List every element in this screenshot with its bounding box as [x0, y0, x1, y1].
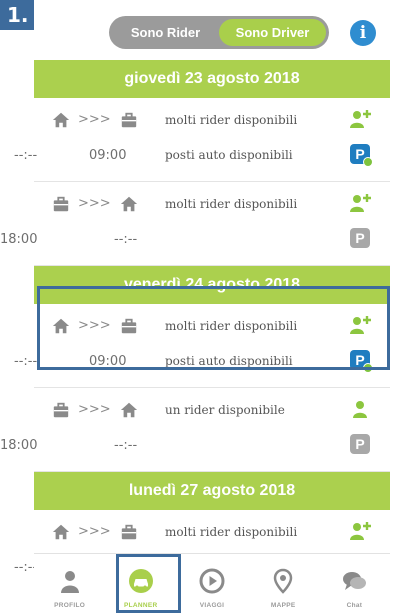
tab-label: MAPPE	[270, 602, 296, 609]
home-icon	[52, 523, 70, 541]
trip-row[interactable]: >>> molti rider disponibili 18:00 --:-- P	[0, 182, 390, 266]
home-icon	[120, 195, 138, 213]
day-header: lunedì 27 agosto 2018	[34, 472, 390, 510]
departure-time: --:--	[14, 148, 38, 163]
trip-row[interactable]: >>> molti rider disponibili --:-- 09:00 post…	[14, 98, 390, 182]
rider-availability-text: un rider disponibile	[165, 403, 285, 417]
departure-time: 18:00	[0, 232, 38, 247]
rider-icon[interactable]	[348, 108, 372, 130]
tab-label: PLANNER	[124, 602, 158, 609]
chat-icon	[341, 568, 367, 602]
direction-arrows: >>>	[78, 524, 111, 539]
trip-time-row: 18:00 --:-- P	[0, 226, 390, 254]
rider-icon[interactable]	[348, 520, 372, 542]
day-header: venerdì 24 agosto 2018	[34, 266, 390, 304]
direction-arrows: >>>	[78, 196, 111, 211]
arrival-time: 09:00	[89, 148, 127, 163]
parking-available-dot	[363, 157, 373, 167]
planner-list: giovedì 23 agosto 2018 >>> molti rider dis…	[0, 60, 390, 594]
rider-icon[interactable]	[348, 192, 372, 214]
tab-label: VIAGGI	[199, 602, 225, 609]
rider-availability-text: molti rider disponibili	[165, 113, 298, 127]
arrival-time: --:--	[114, 438, 138, 453]
briefcase-icon	[52, 401, 70, 419]
trip-time-row: --:-- 09:00 posti auto disponibili P	[14, 142, 390, 170]
tab-profilo[interactable]: PROFILO	[34, 554, 105, 613]
briefcase-icon	[120, 523, 138, 541]
trip-time-row: --:-- 09:00 posti auto disponibili P	[14, 348, 390, 376]
rider-availability-text: molti rider disponibili	[165, 525, 298, 539]
trip-route-row: >>> molti rider disponibili	[34, 190, 390, 218]
bottom-tab-bar: PROFILO PLANNER VIAGGI MAPPE Chat	[34, 553, 390, 613]
home-icon	[52, 317, 70, 335]
rider-mode-option[interactable]: Sono Rider	[112, 19, 219, 46]
trip-route-row: >>> molti rider disponibili	[34, 106, 390, 134]
home-icon	[52, 111, 70, 129]
trip-route-row: >>> molti rider disponibili	[34, 518, 390, 546]
person-icon	[57, 568, 83, 602]
phone-screen: Sono Rider Sono Driver i giovedì 23 agos…	[0, 5, 390, 613]
trip-time-row: 18:00 --:-- P	[0, 432, 390, 460]
arrival-time: --:--	[114, 232, 138, 247]
rider-availability-text: molti rider disponibili	[165, 319, 298, 333]
parking-availability-text: posti auto disponibili	[165, 148, 293, 162]
briefcase-icon	[120, 317, 138, 335]
briefcase-icon	[120, 111, 138, 129]
tab-chat[interactable]: Chat	[319, 554, 390, 613]
rider-availability-text: molti rider disponibili	[165, 197, 298, 211]
car-icon	[128, 568, 154, 602]
parking-icon[interactable]: P	[350, 228, 370, 248]
direction-arrows: >>>	[78, 112, 111, 127]
home-icon	[120, 401, 138, 419]
direction-arrows: >>>	[78, 402, 111, 417]
parking-icon[interactable]: P	[350, 144, 373, 167]
day-header: giovedì 23 agosto 2018	[34, 60, 390, 98]
parking-available-dot	[363, 363, 373, 373]
rider-icon[interactable]	[348, 398, 372, 420]
step-badge: 1.	[0, 0, 34, 30]
mode-toggle[interactable]: Sono Rider Sono Driver	[109, 16, 329, 49]
briefcase-icon	[52, 195, 70, 213]
map-pin-icon	[270, 568, 296, 602]
tab-mappe[interactable]: MAPPE	[248, 554, 319, 613]
parking-icon[interactable]: P	[350, 350, 373, 373]
tab-label: PROFILO	[54, 602, 86, 609]
trip-row[interactable]: >>> molti rider disponibili --:-- 09:00 post…	[14, 304, 390, 388]
top-bar: Sono Rider Sono Driver i	[34, 5, 390, 60]
parking-availability-text: posti auto disponibili	[165, 354, 293, 368]
direction-arrows: >>>	[78, 318, 111, 333]
tab-label: Chat	[346, 602, 363, 609]
parking-icon[interactable]: P	[350, 434, 370, 454]
tab-planner[interactable]: PLANNER	[105, 554, 176, 613]
trip-route-row: >>> un rider disponibile	[34, 396, 390, 424]
trip-route-row: >>> molti rider disponibili	[34, 312, 390, 340]
info-icon[interactable]: i	[350, 20, 376, 46]
departure-time: 18:00	[0, 438, 38, 453]
arrival-time: 09:00	[89, 354, 127, 369]
play-icon	[199, 568, 225, 602]
trip-row[interactable]: >>> un rider disponibile 18:00 --:-- P	[0, 388, 390, 472]
rider-icon[interactable]	[348, 314, 372, 336]
driver-mode-option[interactable]: Sono Driver	[219, 19, 326, 46]
tab-viaggi[interactable]: VIAGGI	[176, 554, 247, 613]
departure-time: --:--	[14, 354, 38, 369]
